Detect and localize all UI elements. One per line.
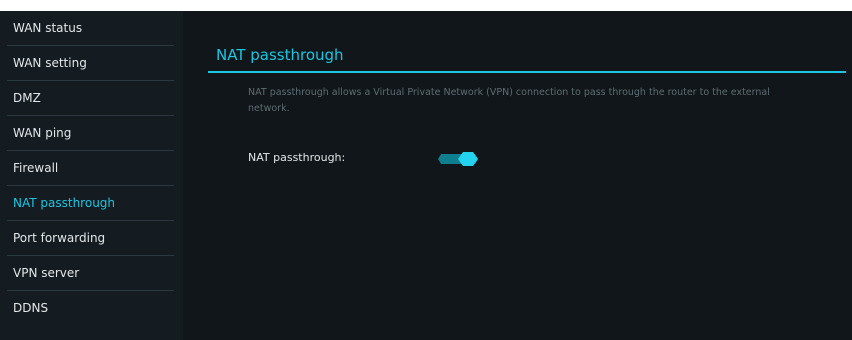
nat-passthrough-toggle[interactable]	[438, 152, 478, 166]
sidebar-item-dmz[interactable]: DMZ	[0, 81, 183, 116]
sidebar-item-label: NAT passthrough	[13, 196, 116, 210]
sidebar-item-nat-passthrough[interactable]: NAT passthrough	[0, 186, 183, 221]
router-settings-app: WAN status WAN setting DMZ WAN ping Fire…	[0, 11, 852, 340]
sidebar-item-wan-ping[interactable]: WAN ping	[0, 116, 183, 151]
sidebar-item-label: WAN setting	[13, 56, 87, 70]
page-title: NAT passthrough	[216, 46, 344, 64]
sidebar-item-label: DDNS	[13, 301, 49, 315]
nat-passthrough-label: NAT passthrough:	[248, 151, 346, 164]
sidebar-item-port-forwarding[interactable]: Port forwarding	[0, 221, 183, 256]
sidebar-item-label: DMZ	[13, 91, 41, 105]
sidebar-item-firewall[interactable]: Firewall	[0, 151, 183, 186]
sidebar-item-vpn-server[interactable]: VPN server	[0, 256, 183, 291]
sidebar-item-wan-status[interactable]: WAN status	[0, 11, 183, 46]
sidebar-item-label: WAN ping	[13, 126, 72, 140]
sidebar-item-ddns[interactable]: DDNS	[0, 291, 183, 326]
sidebar-item-label: Firewall	[13, 161, 59, 175]
sidebar-item-wan-setting[interactable]: WAN setting	[0, 46, 183, 81]
main-panel: NAT passthrough NAT passthrough allows a…	[183, 11, 852, 340]
sidebar-item-label: WAN status	[13, 21, 83, 35]
sidebar-item-label: VPN server	[13, 266, 80, 280]
sidebar: WAN status WAN setting DMZ WAN ping Fire…	[0, 11, 183, 340]
title-underline	[208, 71, 846, 73]
page-description: NAT passthrough allows a Virtual Private…	[248, 87, 770, 114]
sidebar-item-label: Port forwarding	[13, 231, 106, 245]
